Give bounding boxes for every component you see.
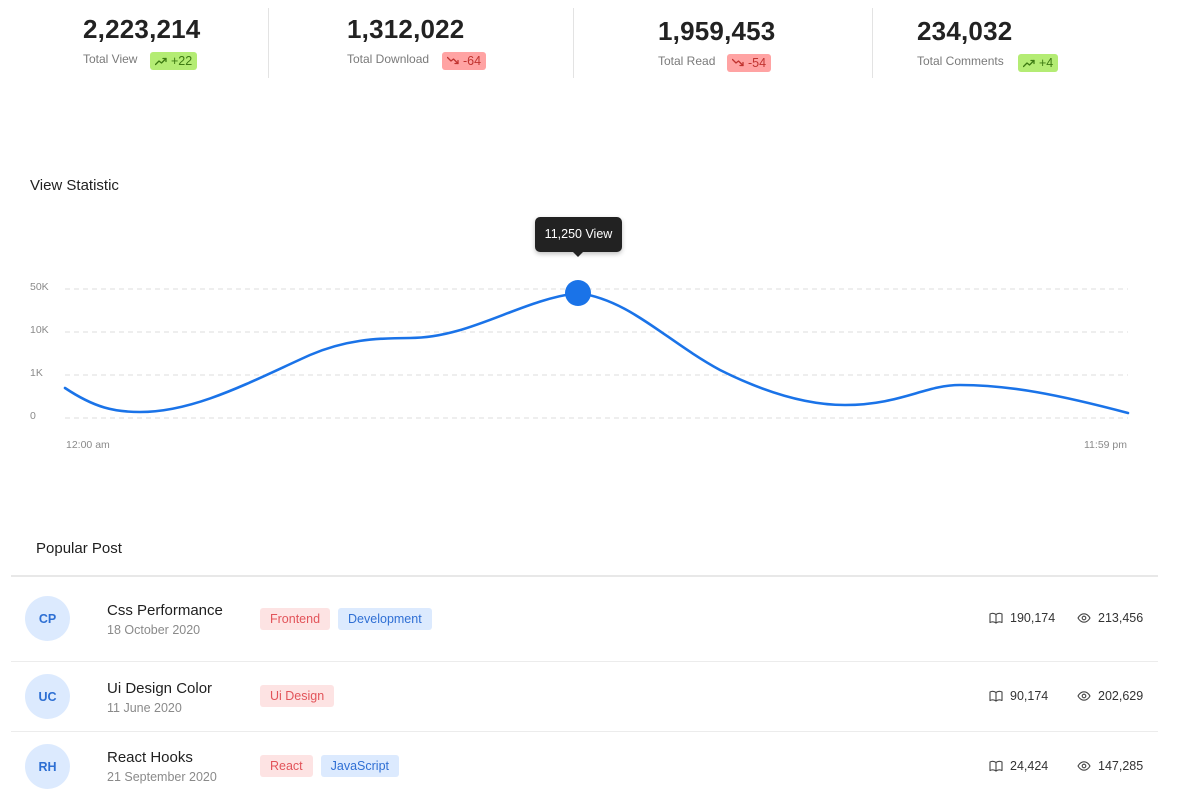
post-date: 21 September 2020 bbox=[107, 770, 217, 784]
reads-count: 90,174 bbox=[989, 689, 1048, 703]
reads-count: 190,174 bbox=[989, 611, 1055, 625]
eye-icon bbox=[1077, 761, 1091, 771]
tooltip-arrow bbox=[572, 251, 584, 257]
tag[interactable]: React bbox=[260, 755, 313, 777]
stat-label: Total Comments bbox=[917, 54, 1004, 68]
trend-down-icon bbox=[732, 58, 744, 67]
divider bbox=[872, 8, 873, 78]
chart-tooltip: 11,250 View bbox=[535, 217, 622, 252]
views-count: 202,629 bbox=[1077, 689, 1143, 703]
stat-change-badge: +4 bbox=[1018, 54, 1059, 72]
reads-value: 90,174 bbox=[1010, 689, 1049, 703]
y-tick-label: 0 bbox=[30, 410, 36, 422]
stat-change-badge: +22 bbox=[150, 52, 198, 70]
book-icon bbox=[989, 760, 1003, 772]
trend-down-icon bbox=[447, 56, 459, 65]
stat-value: 234,032 bbox=[917, 16, 1013, 46]
x-start-label: 12:00 am bbox=[66, 439, 110, 451]
avatar: CP bbox=[25, 596, 70, 641]
y-tick-label: 1K bbox=[30, 367, 43, 379]
stat-change-badge: -64 bbox=[442, 52, 487, 70]
views-value: 202,629 bbox=[1098, 689, 1144, 703]
post-title[interactable]: Css Performance bbox=[107, 602, 223, 619]
stat-change-badge: -54 bbox=[727, 54, 772, 72]
avatar: RH bbox=[25, 744, 70, 789]
dashboard: 2,223,214 Total View +22 1,312,022 Total… bbox=[0, 0, 1177, 808]
avatar: UC bbox=[25, 674, 70, 719]
stat-change: -54 bbox=[748, 56, 767, 70]
y-tick-label: 50K bbox=[30, 281, 49, 293]
views-value: 213,456 bbox=[1098, 611, 1144, 625]
post-tags: Ui Design bbox=[260, 685, 335, 707]
eye-icon bbox=[1077, 691, 1091, 701]
eye-icon bbox=[1077, 613, 1091, 623]
book-icon bbox=[989, 612, 1003, 624]
reads-value: 190,174 bbox=[1010, 611, 1056, 625]
post-title[interactable]: React Hooks bbox=[107, 749, 193, 766]
trend-up-icon bbox=[1023, 59, 1035, 68]
trend-up-icon bbox=[155, 57, 167, 66]
stat-label: Total Read bbox=[658, 54, 716, 68]
tag[interactable]: Ui Design bbox=[260, 685, 335, 707]
reads-count: 24,424 bbox=[989, 759, 1048, 773]
post-date: 11 June 2020 bbox=[107, 701, 182, 715]
highlight-point[interactable] bbox=[565, 280, 591, 306]
post-tags: React JavaScript bbox=[260, 755, 400, 777]
post-row[interactable]: CP Css Performance 18 October 2020 Front… bbox=[11, 577, 1158, 661]
post-date: 18 October 2020 bbox=[107, 623, 201, 637]
popular-post-title: Popular Post bbox=[36, 540, 122, 557]
x-end-label: 11:59 pm bbox=[1084, 439, 1127, 451]
stat-value: 1,312,022 bbox=[347, 14, 465, 44]
divider bbox=[573, 8, 574, 78]
stat-value: 2,223,214 bbox=[83, 14, 201, 44]
stat-change: -64 bbox=[463, 54, 482, 68]
post-row[interactable]: RH React Hooks 21 September 2020 React J… bbox=[11, 732, 1158, 808]
post-tags: Frontend Development bbox=[260, 608, 432, 630]
book-icon bbox=[989, 690, 1003, 702]
stat-change: +22 bbox=[171, 54, 193, 68]
post-title[interactable]: Ui Design Color bbox=[107, 680, 212, 697]
tag[interactable]: Development bbox=[338, 608, 432, 630]
post-row[interactable]: UC Ui Design Color 11 June 2020 Ui Desig… bbox=[11, 662, 1158, 731]
view-statistic-title: View Statistic bbox=[30, 177, 119, 194]
tag[interactable]: JavaScript bbox=[320, 755, 400, 777]
views-line bbox=[63, 291, 1130, 415]
stat-change: +4 bbox=[1039, 56, 1054, 70]
reads-value: 24,424 bbox=[1010, 759, 1049, 773]
views-count: 213,456 bbox=[1077, 611, 1143, 625]
views-value: 147,285 bbox=[1098, 759, 1144, 773]
views-count: 147,285 bbox=[1077, 759, 1143, 773]
tag[interactable]: Frontend bbox=[260, 608, 331, 630]
stat-value: 1,959,453 bbox=[658, 16, 776, 46]
y-tick-label: 10K bbox=[30, 324, 49, 336]
stat-label: Total Download bbox=[347, 52, 430, 66]
divider bbox=[268, 8, 269, 78]
stat-label: Total View bbox=[83, 52, 138, 66]
